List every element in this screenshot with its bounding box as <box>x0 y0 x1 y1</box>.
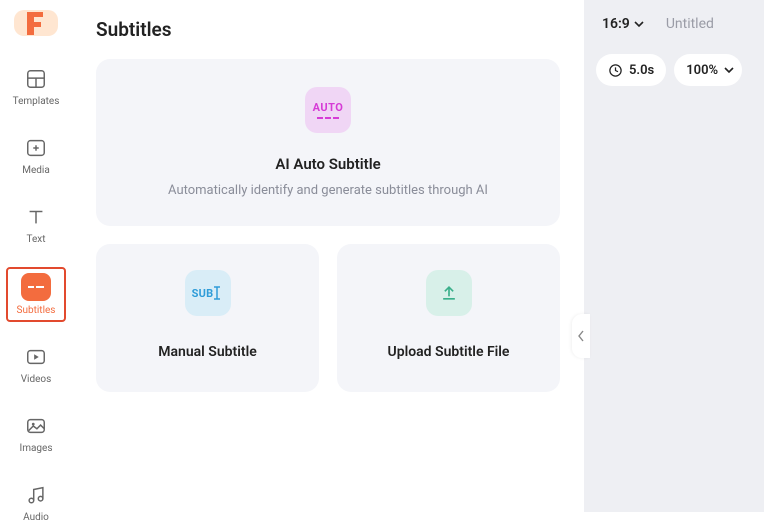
chevron-down-icon <box>634 19 644 29</box>
sidebar-item-media[interactable]: Media <box>6 129 66 182</box>
clock-icon <box>608 63 623 78</box>
right-panel-controls: 5.0s 100% <box>596 54 752 86</box>
app-logo[interactable] <box>14 10 58 36</box>
upload-subtitle-card[interactable]: Upload Subtitle File <box>337 244 560 392</box>
chevron-down-icon <box>724 65 734 75</box>
sidebar-item-text[interactable]: Text <box>6 198 66 251</box>
ai-auto-subtitle-card[interactable]: AUTO AI Auto Subtitle Automatically iden… <box>96 59 560 226</box>
sidebar-item-label: Media <box>22 165 50 176</box>
upload-subtitle-title: Upload Subtitle File <box>388 344 510 360</box>
upload-icon <box>426 270 472 316</box>
ai-auto-subtitle-title: AI Auto Subtitle <box>275 155 380 173</box>
sidebar: Templates Media Text Subtitles <box>0 0 72 512</box>
main-panel: Subtitles AUTO AI Auto Subtitle Automati… <box>72 0 584 512</box>
sidebar-item-audio[interactable]: Audio <box>6 476 66 529</box>
page-title: Subtitles <box>96 18 560 41</box>
auto-badge-icon: AUTO <box>305 87 351 133</box>
collapse-right-panel-button[interactable] <box>572 314 590 358</box>
templates-icon <box>23 66 49 92</box>
ai-auto-subtitle-desc: Automatically identify and generate subt… <box>168 183 488 198</box>
sidebar-item-videos[interactable]: Videos <box>6 338 66 391</box>
text-icon <box>23 204 49 230</box>
audio-icon <box>23 482 49 508</box>
duration-indicator[interactable]: 5.0s <box>596 54 666 86</box>
sidebar-item-label: Videos <box>21 374 52 385</box>
logo-icon <box>25 10 47 36</box>
sidebar-item-subtitles[interactable]: Subtitles <box>6 267 66 322</box>
sidebar-item-label: Text <box>26 234 45 245</box>
sidebar-item-label: Images <box>19 443 52 454</box>
videos-icon <box>23 344 49 370</box>
sidebar-item-label: Templates <box>13 96 60 107</box>
subtitle-option-row: SUB Manual Subtitle Upload Subtitle File <box>96 244 560 392</box>
right-panel: 16:9 Untitled 5.0s 100% <box>584 0 764 512</box>
right-panel-header: 16:9 Untitled <box>596 16 752 32</box>
subtitles-icon <box>21 273 51 301</box>
sidebar-item-label: Audio <box>23 512 49 523</box>
manual-subtitle-icon: SUB <box>185 270 231 316</box>
sidebar-item-templates[interactable]: Templates <box>6 60 66 113</box>
images-icon <box>23 413 49 439</box>
manual-subtitle-card[interactable]: SUB Manual Subtitle <box>96 244 319 392</box>
aspect-ratio-selector[interactable]: 16:9 <box>602 16 644 32</box>
project-name[interactable]: Untitled <box>666 16 714 32</box>
media-icon <box>23 135 49 161</box>
sidebar-item-label: Subtitles <box>17 305 56 316</box>
manual-subtitle-title: Manual Subtitle <box>158 344 257 360</box>
sidebar-item-images[interactable]: Images <box>6 407 66 460</box>
chevron-left-icon <box>577 330 585 342</box>
zoom-selector[interactable]: 100% <box>674 54 742 86</box>
